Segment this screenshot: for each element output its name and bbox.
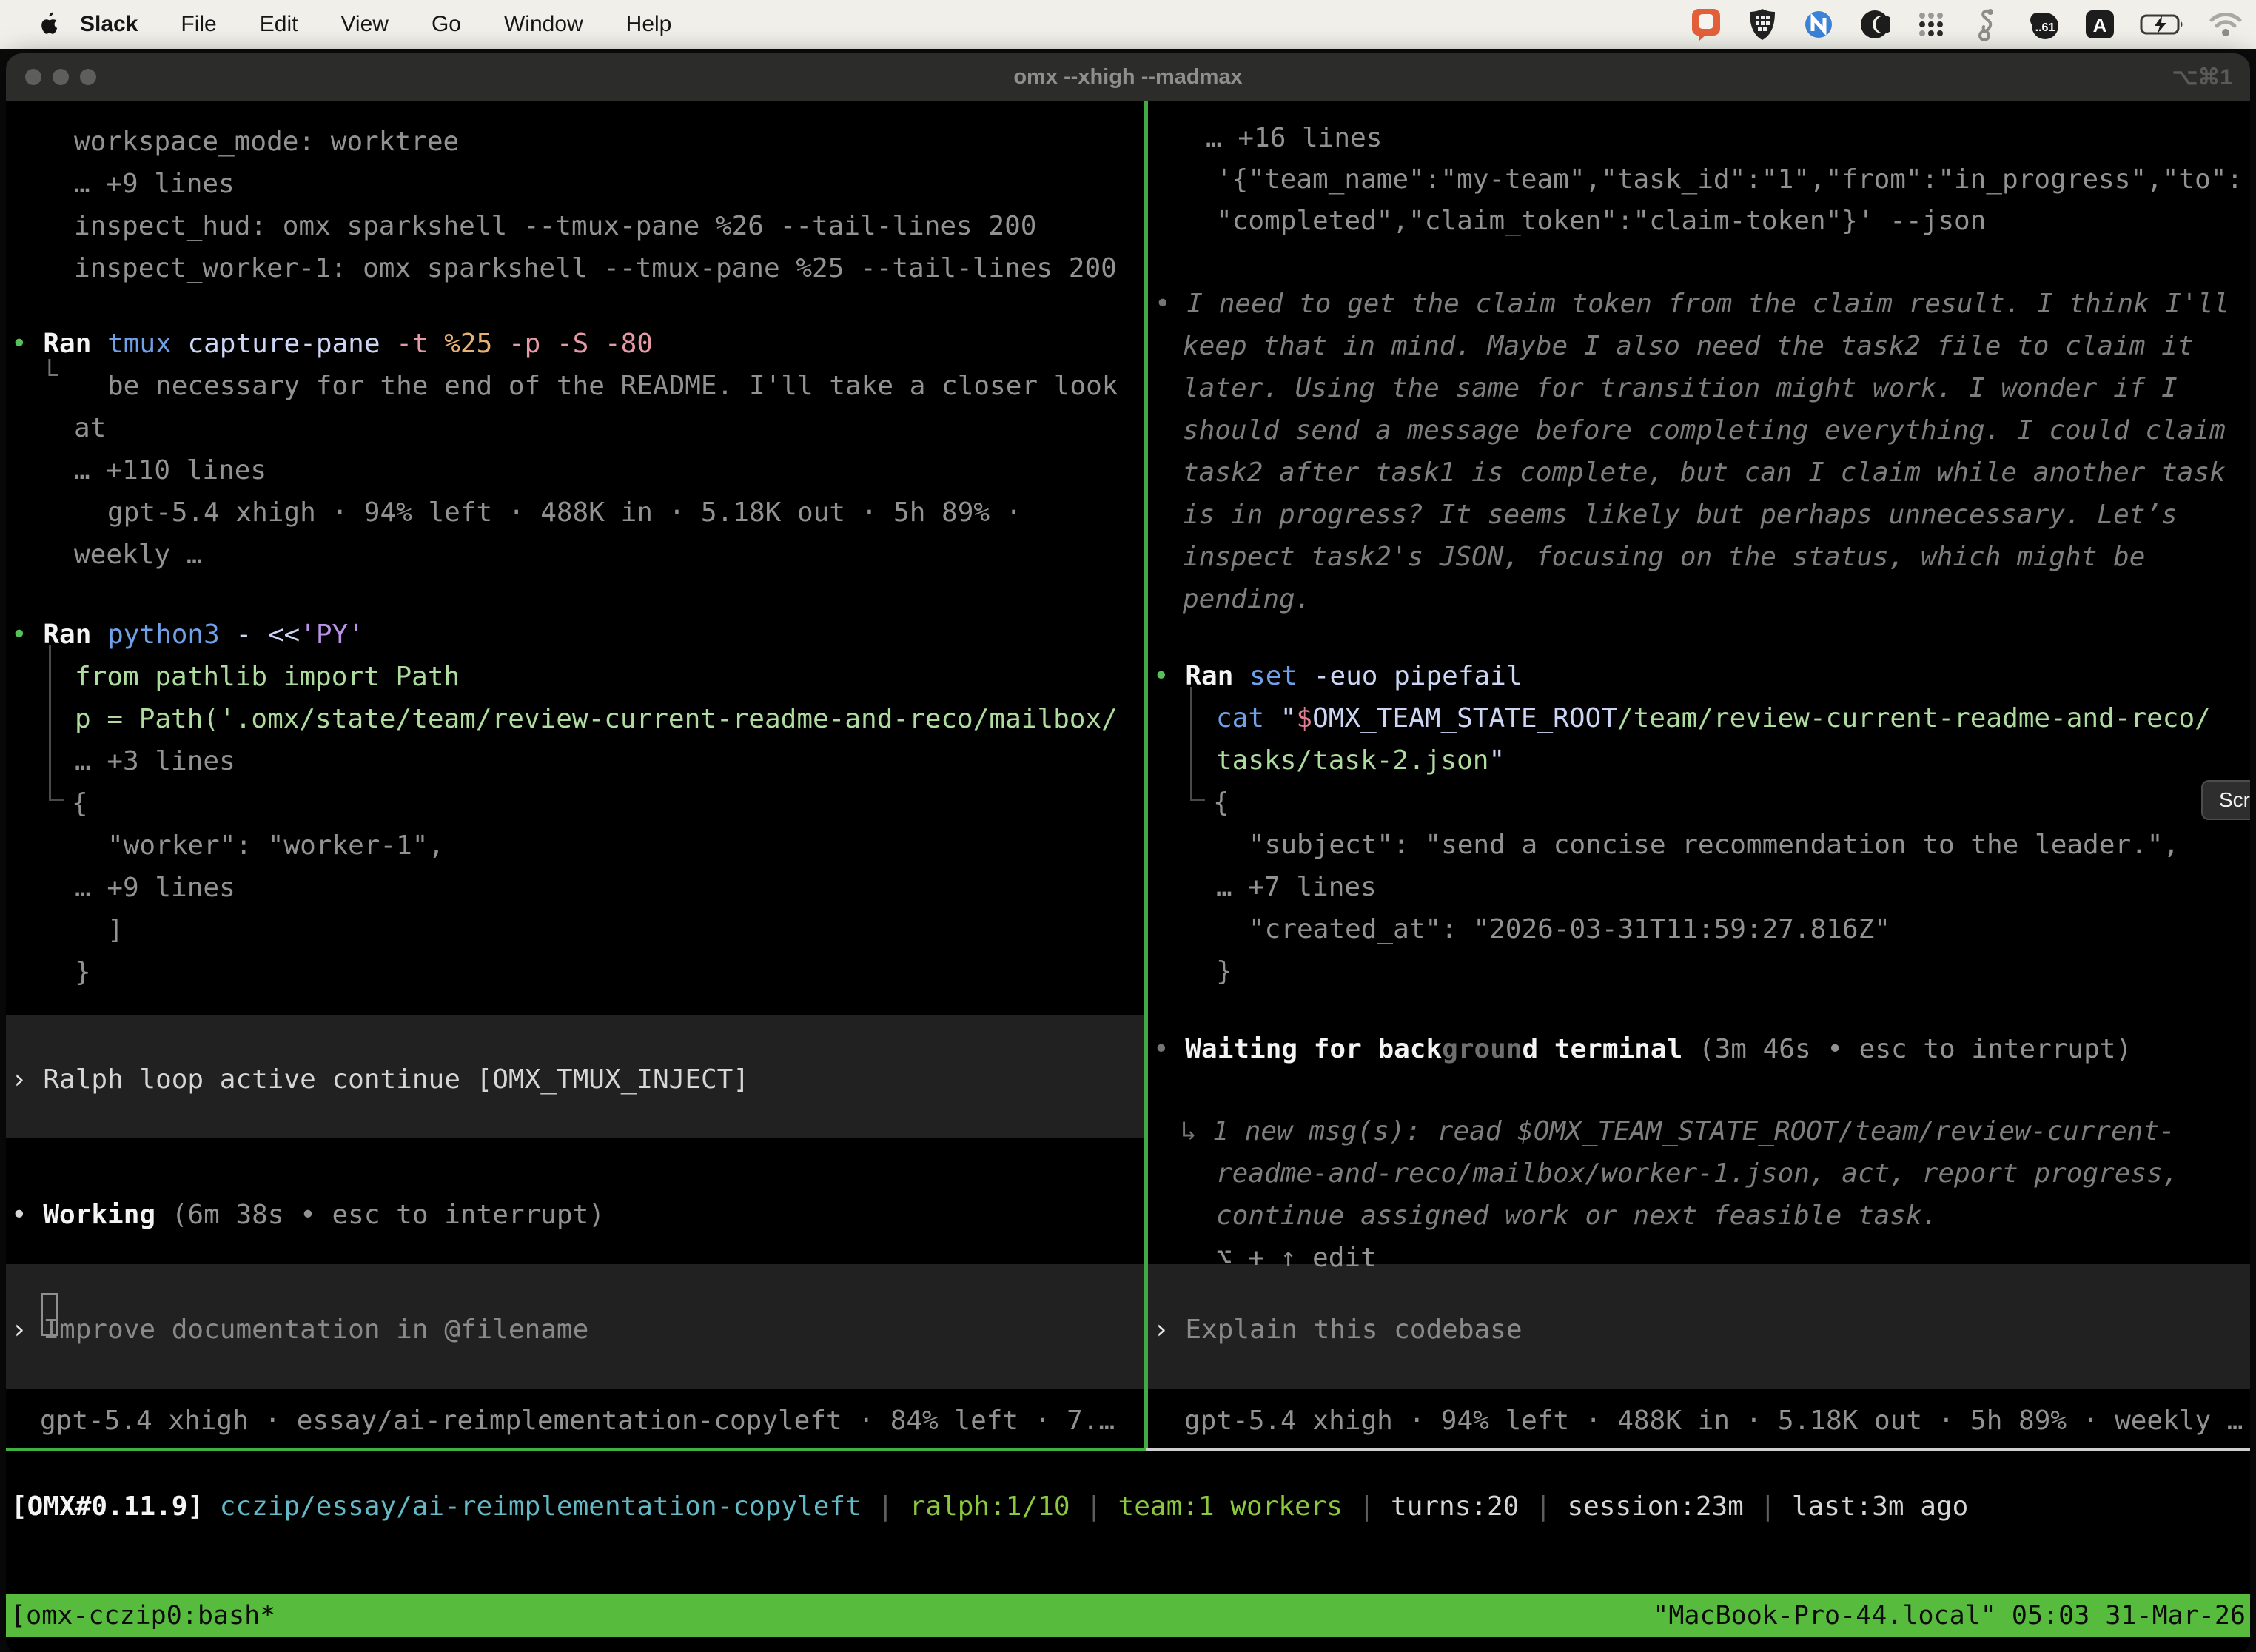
terminal-line: … +9 lines xyxy=(74,168,235,201)
terminal-line: … +9 lines xyxy=(75,872,235,904)
badge-61-icon[interactable]: ..61 xyxy=(2027,7,2061,41)
terminal-line: • Ran tmux capture-pane -t %25 -p -S -80 xyxy=(11,328,653,360)
terminal-content: workspace_mode: worktree … +9 lines inspec… xyxy=(6,53,2250,1652)
terminal-line: … +3 lines xyxy=(75,745,235,778)
menu-item-edit[interactable]: Edit xyxy=(260,12,298,37)
terminal-line: inspect task2's JSON, focusing on the st… xyxy=(1183,541,2145,574)
crescent-circle-icon[interactable] xyxy=(1858,7,1892,41)
terminal-line: later. Using the same for transition mig… xyxy=(1183,372,2178,405)
terminal-line: … +7 lines xyxy=(1216,871,1377,904)
output-connector-line xyxy=(1190,687,1192,801)
output-connector-foot xyxy=(1190,799,1205,801)
terminal-line: readme-and-reco/mailbox/worker-1.json, a… xyxy=(1216,1158,2178,1190)
terminal-line: "created_at": "2026-03-31T11:59:27.816Z" xyxy=(1249,913,1890,946)
terminal-line: • Working (6m 38s • esc to interrupt) xyxy=(11,1199,605,1232)
terminal-line: └ xyxy=(41,360,58,392)
menu-item-view[interactable]: View xyxy=(340,12,388,37)
status-icons: ..61 A xyxy=(1689,0,2243,49)
terminal-line: workspace_mode: worktree xyxy=(74,126,459,158)
terminal-line: keep that in mind. Maybe I also need the… xyxy=(1183,330,2193,363)
terminal-line: pending. xyxy=(1183,583,1311,616)
terminal-line: › Ralph loop active continue [OMX_TMUX_I… xyxy=(11,1064,749,1096)
tmux-host-clock: "MacBook-Pro-44.local" 05:03 31-Mar-26 xyxy=(1653,1601,2246,1631)
menu-bar: Slack File Edit View Go Window Help ..61 A xyxy=(0,0,2256,49)
terminal-line: inspect_hud: omx sparkshell --tmux-pane … xyxy=(74,210,1036,243)
tmux-pane-divider[interactable] xyxy=(1144,101,1148,1448)
svg-text:..61: ..61 xyxy=(2035,21,2055,34)
blue-bolt-icon[interactable] xyxy=(1802,7,1836,41)
terminal-line: cat "$OMX_TEAM_STATE_ROOT/team/review-cu… xyxy=(1216,702,2211,735)
menu-item-slack[interactable]: Slack xyxy=(80,12,138,37)
terminal-line: tasks/task-2.json" xyxy=(1216,745,1505,777)
tmux-hborder-active[interactable] xyxy=(6,1448,1146,1451)
screenshot-chat-icon[interactable] xyxy=(1689,7,1723,41)
terminal-line: } xyxy=(75,956,91,989)
svg-text:A: A xyxy=(2093,14,2107,36)
terminal-line: • Ran python3 - <<'PY' xyxy=(11,619,364,651)
menu-item-help[interactable]: Help xyxy=(626,12,672,37)
tmux-session-name[interactable]: [omx-cczip0:bash* xyxy=(10,1601,275,1631)
terminal-line: • Ran set -euo pipefail xyxy=(1153,660,1523,693)
menu-item-file[interactable]: File xyxy=(181,12,216,37)
terminal-line: be necessary for the end of the README. … xyxy=(107,370,1118,403)
terminal-line: ↳ 1 new msg(s): read $OMX_TEAM_STATE_ROO… xyxy=(1181,1115,2175,1148)
terminal-line: is in progress? It seems likely but perh… xyxy=(1183,499,2178,531)
dots-grid-icon[interactable] xyxy=(1914,7,1948,41)
terminal-line: { xyxy=(1213,787,1229,819)
wifi-icon[interactable] xyxy=(2209,7,2243,41)
terminal-line: … +16 lines xyxy=(1206,122,1382,155)
screen-tooltip-label: Scre xyxy=(2219,788,2250,812)
terminal-line: task2 after task1 is complete, but can I… xyxy=(1183,457,2226,489)
terminal-line: should send a message before completing … xyxy=(1183,414,2226,447)
menu-items: Slack File Edit View Go Window Help xyxy=(80,12,671,37)
terminal-line: … +110 lines xyxy=(74,454,266,487)
terminal-line: gpt-5.4 xhigh · 94% left · 488K in · 5.1… xyxy=(1184,1405,2243,1437)
terminal-line: continue assigned work or next feasible … xyxy=(1216,1200,1938,1232)
battery-charging-icon[interactable] xyxy=(2139,7,2186,41)
terminal-line: } xyxy=(1216,956,1232,988)
terminal-line: ] xyxy=(107,914,124,947)
tmux-status-bar: [omx-cczip0:bash* "MacBook-Pro-44.local"… xyxy=(6,1594,2250,1637)
terminal-line: p = Path('.omx/state/team/review-current… xyxy=(75,703,1118,736)
terminal-line: gpt-5.4 xhigh · essay/ai-reimplementatio… xyxy=(40,1405,1115,1437)
s-hook-icon[interactable] xyxy=(1970,7,2004,41)
terminal-window: omx --xhigh --madmax ⌥⌘1 workspace_mode:… xyxy=(6,53,2250,1652)
menu-item-window[interactable]: Window xyxy=(504,12,583,37)
menu-item-go[interactable]: Go xyxy=(432,12,461,37)
output-connector-foot xyxy=(49,799,64,801)
shield-grid-icon[interactable] xyxy=(1745,7,1779,41)
apple-menu-icon[interactable] xyxy=(38,10,58,38)
terminal-line: at xyxy=(74,412,106,445)
terminal-line: [OMX#0.11.9] cczip/essay/ai-reimplementa… xyxy=(11,1491,1968,1523)
output-connector-line xyxy=(49,645,51,801)
terminal-line: weekly … xyxy=(74,539,202,571)
terminal-line: "subject": "send a concise recommendatio… xyxy=(1249,829,2179,862)
terminal-line: inspect_worker-1: omx sparkshell --tmux-… xyxy=(74,252,1117,285)
terminal-line: › Explain this codebase xyxy=(1153,1314,1523,1346)
terminal-line: ⌥ + ↑ edit xyxy=(1216,1242,1377,1275)
terminal-line: { xyxy=(72,788,88,820)
terminal-line: "completed","claim_token":"claim-token"}… xyxy=(1216,205,1986,238)
terminal-line: "worker": "worker-1", xyxy=(107,830,444,862)
terminal-line: › Improve documentation in @filename xyxy=(11,1314,588,1346)
screen-tooltip: Scre xyxy=(2201,780,2250,820)
terminal-line: from pathlib import Path xyxy=(75,661,460,694)
terminal-line: gpt-5.4 xhigh · 94% left · 488K in · 5.1… xyxy=(107,497,1021,529)
tmux-hborder-inactive[interactable] xyxy=(1146,1448,2250,1451)
input-source-a-icon[interactable]: A xyxy=(2083,7,2117,41)
terminal-line: '{"team_name":"my-team","task_id":"1","f… xyxy=(1216,164,2243,196)
terminal-line: • Waiting for background terminal (3m 46… xyxy=(1153,1033,2132,1066)
terminal-line: • I need to get the claim token from the… xyxy=(1155,288,2229,320)
